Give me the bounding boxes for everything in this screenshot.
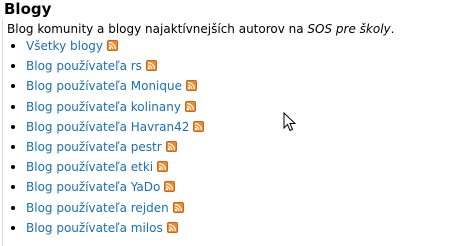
block-title: Blogy [4,0,52,18]
all-blogs-link[interactable]: Všetky blogy [26,39,103,53]
rss-feed-icon[interactable] [184,100,196,112]
bullet-icon [11,225,15,230]
bullet-icon [11,144,15,149]
list-item: Blog používateľa rejden [0,200,204,220]
rss-feed-icon[interactable] [172,201,184,213]
mouse-cursor-icon [283,112,297,132]
list-item: Blog používateľa Monique [0,78,204,98]
rss-feed-icon[interactable] [107,40,118,51]
bullet-icon [11,104,15,109]
list-item: Blog používateľa pestr [0,139,204,159]
blog-link-rs[interactable]: Blog používateľa rs [26,59,142,73]
list-item: Blog používateľa rs [0,58,204,78]
rss-feed-icon[interactable] [166,221,178,233]
list-item: Všetky blogy [0,38,204,58]
bullet-icon [11,165,15,170]
list-item: Blog používateľa Havran42 [0,119,205,139]
rss-feed-icon[interactable] [164,181,176,193]
bullet-icon [11,84,15,89]
blog-link-yado[interactable]: Blog používateľa YaDo [26,180,160,194]
list-item: Blog používateľa YaDo [0,179,204,199]
rss-feed-icon[interactable] [186,80,197,92]
list-item: Blog používateľa kolinany [0,99,204,119]
bullet-icon [11,205,15,210]
blog-link-kolinany[interactable]: Blog používateľa kolinany [26,100,181,114]
rss-feed-icon[interactable] [157,161,169,173]
bullet-icon [11,44,15,48]
rss-feed-icon[interactable] [193,120,205,132]
bullet-icon [11,185,15,190]
blog-link-rejden[interactable]: Blog používateľa rejden [26,201,169,215]
blog-link-havran42[interactable]: Blog používateľa Havran42 [26,120,189,134]
bullet-icon [11,64,15,69]
list-item: Blog používateľa etki [0,159,204,179]
intro-text-after: . [390,22,395,36]
blog-link-monique[interactable]: Blog používateľa Monique [26,79,182,93]
bullet-icon [11,124,15,129]
intro-text-before: Blog komunity a blogy najaktívnejších au… [7,22,308,36]
rss-feed-icon[interactable] [145,60,157,72]
blog-link-etki[interactable]: Blog používateľa etki [26,160,153,174]
blog-list: Všetky blogy Blog používateľa rs Blog po… [0,38,205,240]
blog-link-pestr[interactable]: Blog používateľa pestr [26,140,162,154]
site-name: SOS pre školy [307,22,391,36]
list-item: Blog používateľa milos [0,220,204,240]
rss-feed-icon[interactable] [165,140,177,152]
intro-text: Blog komunity a blogy najaktívnejších au… [7,21,394,37]
blog-link-milos[interactable]: Blog používateľa milos [26,221,163,235]
